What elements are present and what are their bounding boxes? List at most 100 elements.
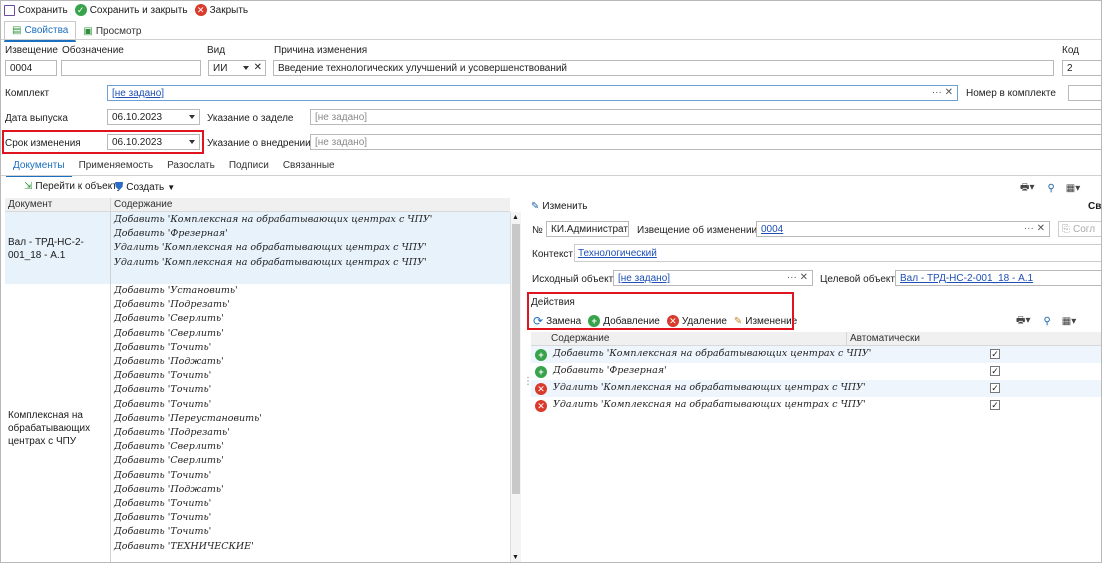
auto-checkbox[interactable]: ✓ — [990, 366, 1000, 376]
delete-icon: ✕ — [535, 400, 547, 412]
col-automatic[interactable]: Автоматически — [846, 332, 1102, 346]
content-line: Добавить 'Фрезерная' — [114, 228, 228, 240]
print-icon[interactable]: 🖶▾ — [1016, 313, 1030, 330]
subtab-2[interactable]: Разослать — [160, 157, 222, 177]
main-toolbar: Сохранить ✓ Сохранить и закрыть ✕ Закрыт… — [4, 4, 248, 16]
pencil-icon: ✎ — [531, 201, 540, 212]
floppy-icon — [4, 4, 15, 16]
backlog-label: Указание о заделе — [207, 113, 294, 124]
more-clear-icon[interactable]: ··· ✕ — [932, 87, 953, 98]
grid-settings-icon[interactable]: ▦▾ — [1062, 316, 1076, 327]
goto-object-button[interactable]: ⇲ Перейти к объекту — [24, 181, 122, 192]
action-text: Удалить 'Комплексная на обрабатывающих ц… — [553, 382, 866, 393]
context-input[interactable]: Технологический — [574, 244, 1102, 262]
agree-button[interactable]: ⎘ Согл — [1058, 221, 1102, 237]
designation-input[interactable] — [61, 60, 201, 76]
content-line: Добавить 'Точить' — [114, 384, 212, 396]
more-clear-icon[interactable]: ··· ✕ — [787, 272, 808, 283]
content-line: Добавить 'Точить' — [114, 498, 212, 510]
highlight-actions — [527, 292, 794, 330]
content-line: Добавить 'Точить' — [114, 469, 212, 481]
tab-preview-label: Просмотр — [95, 25, 142, 37]
release-date-input[interactable]: 06.10.2023 — [107, 109, 200, 125]
agree-icon: ⎘ — [1062, 223, 1070, 235]
backlog-input[interactable]: [не задано] — [310, 109, 1102, 125]
impl-input[interactable]: [не задано] — [310, 134, 1102, 150]
auto-checkbox[interactable]: ✓ — [990, 383, 1000, 393]
chevron-down-icon[interactable] — [243, 66, 249, 70]
kit-input[interactable]: [не задано] ··· ✕ — [107, 85, 958, 101]
content-line: Добавить 'Установить' — [114, 285, 238, 296]
properties-truncated: Сво — [1088, 201, 1102, 212]
shield-icon: ⛊ — [115, 181, 124, 193]
content-line: Добавить 'Сверлить' — [114, 455, 224, 467]
number-input[interactable]: КИ.Администратор — [546, 221, 629, 237]
subtab-4[interactable]: Связанные — [276, 157, 342, 177]
grid-settings-icon[interactable]: ▦▾ — [1066, 183, 1080, 194]
action-text: Добавить 'Комплексная на обрабатывающих … — [553, 348, 872, 359]
reason-label: Причина изменения — [274, 45, 368, 56]
clear-icon[interactable]: ✕ — [254, 62, 262, 73]
row1-content: Добавить 'Комплексная на обрабатывающих … — [114, 213, 432, 270]
target-input[interactable]: Вал - ТРД-НС-2-001_18 - А.1 — [895, 270, 1102, 286]
action-row[interactable]: ✕ Удалить 'Комплексная на обрабатывающих … — [531, 380, 1102, 397]
auto-checkbox[interactable]: ✓ — [990, 400, 1000, 410]
edit-button[interactable]: ✎ Изменить — [531, 201, 588, 212]
chevron-down-icon: ▼ — [167, 183, 176, 192]
scroll-thumb[interactable] — [512, 224, 520, 494]
kind-label: Вид — [207, 45, 226, 56]
release-date-value: 06.10.2023 — [112, 112, 163, 123]
subtab-1[interactable]: Применяемость — [72, 157, 161, 177]
notice-input[interactable]: 0004 — [5, 60, 57, 76]
notice-change-label: Извещение об изменении — [637, 225, 758, 236]
impl-label: Указание о внедрении — [207, 138, 311, 149]
save-button[interactable]: Сохранить — [4, 4, 68, 16]
content-line: Добавить 'Сверлить' — [114, 441, 224, 453]
reason-input[interactable]: Введение технологических улучшений и усо… — [273, 60, 1054, 76]
content-line: Добавить 'Подрезать' — [114, 427, 230, 439]
col-content[interactable]: Содержание — [110, 198, 510, 212]
notice-change-input[interactable]: 0004 ··· ✕ — [756, 221, 1050, 237]
content-line: Добавить 'Точить' — [114, 512, 212, 524]
scroll-down-icon[interactable]: ▼ — [512, 554, 519, 561]
scroll-up-icon[interactable]: ▲ — [512, 214, 519, 221]
create-button[interactable]: ⛊ Создать ▼ — [115, 181, 175, 194]
source-input[interactable]: [не задано] ··· ✕ — [613, 270, 813, 286]
code-label: Код — [1062, 45, 1080, 56]
content-line: Добавить 'Поджать' — [114, 483, 224, 495]
close-button[interactable]: ✕ Закрыть — [194, 4, 248, 16]
add-icon: + — [535, 366, 547, 378]
kit-number-input[interactable] — [1068, 85, 1102, 101]
properties-icon: ▤ — [12, 25, 22, 36]
row2-content: Добавить 'Установить' Добавить 'Подрезать… — [114, 284, 262, 554]
target-label: Целевой объект — [820, 274, 895, 285]
create-label: Создать — [126, 182, 165, 193]
kind-select[interactable]: ИИ ✕ — [208, 60, 266, 76]
save-close-button[interactable]: ✓ Сохранить и закрыть — [74, 4, 188, 16]
code-input[interactable]: 2 — [1062, 60, 1102, 76]
auto-checkbox[interactable]: ✓ — [990, 349, 1000, 359]
action-row[interactable]: ✕ Удалить 'Комплексная на обрабатывающих … — [531, 397, 1102, 414]
action-row[interactable]: + Добавить 'Комплексная на обрабатывающих… — [531, 346, 1102, 363]
print-icon[interactable]: 🖶▾ — [1020, 180, 1034, 197]
subtab-0[interactable]: Документы — [6, 157, 72, 177]
search-icon[interactable]: ⚲ — [1043, 316, 1050, 327]
row2-document: Комплексная на обрабатывающих центрах с … — [8, 410, 91, 447]
content-line: Добавить 'Сверлить' — [114, 327, 224, 339]
scrollbar[interactable]: ▲ ▼ — [510, 212, 521, 563]
source-value: [не задано] — [618, 273, 671, 284]
content-line: Удалить 'Комплексная на обрабатывающих ц… — [114, 242, 427, 254]
col-action-content[interactable]: Содержание — [531, 332, 846, 346]
content-line: Добавить 'Подрезать' — [114, 299, 230, 311]
subtab-3[interactable]: Подписи — [222, 157, 276, 177]
action-row[interactable]: + Добавить 'Фрезерная' ✓ — [531, 363, 1102, 380]
search-icon[interactable]: ⚲ — [1047, 183, 1054, 194]
edit-label: Изменить — [542, 201, 588, 212]
content-line: Добавить 'Переустановить' — [114, 412, 262, 424]
goto-label: Перейти к объекту — [35, 181, 122, 192]
col-document[interactable]: Документ — [5, 198, 110, 212]
kit-label: Комплект — [5, 88, 50, 99]
content-line: Добавить 'Точить' — [114, 526, 212, 538]
chevron-down-icon[interactable] — [189, 115, 195, 119]
more-clear-icon[interactable]: ··· ✕ — [1024, 223, 1045, 234]
